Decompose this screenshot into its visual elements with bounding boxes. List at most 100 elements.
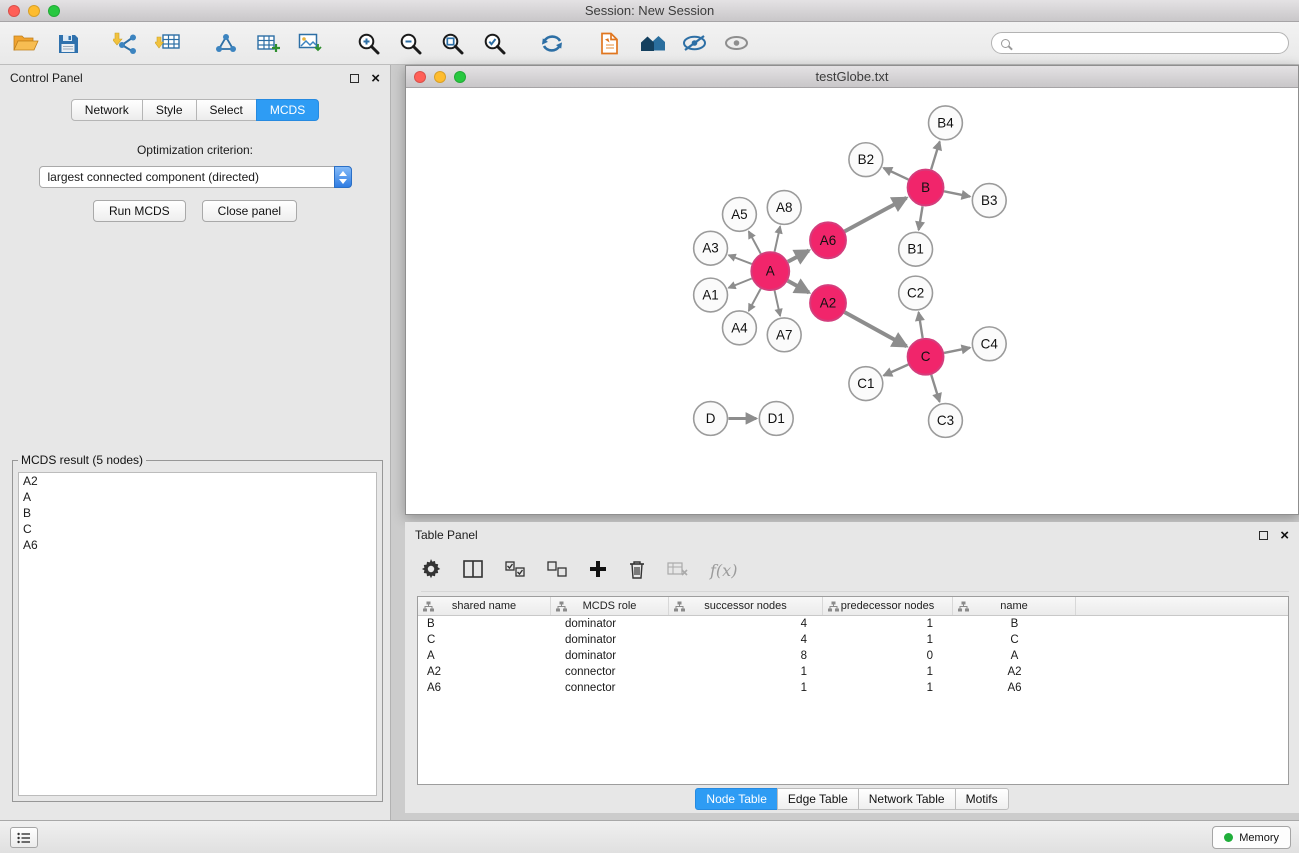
edge-C-C1[interactable] bbox=[884, 365, 909, 376]
tab-node-table[interactable]: Node Table bbox=[695, 788, 778, 810]
close-panel-button[interactable]: Close panel bbox=[202, 200, 297, 222]
close-window-button[interactable] bbox=[8, 5, 20, 17]
mcds-result-list[interactable]: A2ABCA6 bbox=[18, 472, 377, 796]
column-header-shared-name[interactable]: shared name bbox=[418, 597, 551, 615]
control-panel-header: Control Panel × bbox=[0, 65, 390, 91]
apply-layout-button[interactable] bbox=[536, 27, 568, 59]
edge-A-A8[interactable] bbox=[775, 226, 781, 251]
column-header-predecessor-nodes[interactable]: predecessor nodes bbox=[823, 597, 953, 615]
edge-B-B3[interactable] bbox=[944, 191, 970, 196]
table-row[interactable]: A6connector11A6 bbox=[418, 680, 1288, 696]
minimize-window-button[interactable] bbox=[28, 5, 40, 17]
list-icon bbox=[17, 832, 31, 844]
new-table-button[interactable] bbox=[252, 27, 284, 59]
edge-A-A6[interactable] bbox=[788, 251, 809, 262]
open-session-button[interactable] bbox=[10, 27, 42, 59]
export-image-button[interactable] bbox=[294, 27, 326, 59]
run-mcds-button[interactable]: Run MCDS bbox=[93, 200, 186, 222]
table-cell: A2 bbox=[418, 666, 551, 678]
save-session-button[interactable] bbox=[52, 27, 84, 59]
show-columns-button[interactable] bbox=[463, 560, 483, 581]
edge-A-A3[interactable] bbox=[729, 255, 752, 264]
close-panel-icon[interactable]: × bbox=[371, 71, 380, 86]
memory-button[interactable]: Memory bbox=[1212, 826, 1291, 849]
edge-A2-C[interactable] bbox=[845, 312, 907, 346]
node-label: B1 bbox=[907, 242, 923, 257]
float-table-panel-icon[interactable] bbox=[1259, 531, 1268, 540]
edge-A-A2[interactable] bbox=[788, 281, 809, 293]
edge-B-B4[interactable] bbox=[931, 142, 940, 170]
zoom-fit-button[interactable] bbox=[436, 27, 468, 59]
search-field[interactable] bbox=[991, 32, 1289, 54]
hide-graphics-details-button[interactable] bbox=[678, 27, 710, 59]
select-all-button[interactable] bbox=[505, 561, 525, 580]
column-header-mcds-role[interactable]: MCDS role bbox=[551, 597, 669, 615]
network-minimize-button[interactable] bbox=[434, 71, 446, 83]
eye-icon bbox=[724, 35, 749, 51]
table-cell: B bbox=[418, 618, 551, 630]
edge-C-C3[interactable] bbox=[931, 375, 939, 402]
column-header-successor-nodes[interactable]: successor nodes bbox=[669, 597, 823, 615]
tab-motifs[interactable]: Motifs bbox=[955, 788, 1009, 810]
edge-A-A5[interactable] bbox=[749, 231, 761, 253]
float-panel-icon[interactable] bbox=[350, 74, 359, 83]
home-button[interactable] bbox=[636, 27, 668, 59]
zoom-selected-button[interactable] bbox=[478, 27, 510, 59]
node-label: C bbox=[921, 349, 931, 364]
table-row[interactable]: Cdominator41C bbox=[418, 632, 1288, 648]
open-document-button[interactable] bbox=[594, 27, 626, 59]
column-header-name[interactable]: name bbox=[953, 597, 1076, 615]
edge-C-C4[interactable] bbox=[944, 348, 970, 353]
mcds-result-item[interactable]: A6 bbox=[19, 537, 376, 553]
tab-select[interactable]: Select bbox=[196, 99, 257, 121]
network-canvas[interactable]: AA6A2BCA5A8A3A1A4A7B4B2B3B1C2C4C1C3DD1 bbox=[406, 89, 1298, 514]
node-label: A6 bbox=[820, 233, 836, 248]
tab-network[interactable]: Network bbox=[71, 99, 143, 121]
network-zoom-button[interactable] bbox=[454, 71, 466, 83]
criterion-select[interactable]: largest connected component (directed) bbox=[39, 166, 352, 188]
function-builder-button[interactable]: f(x) bbox=[710, 561, 737, 580]
node-label: A8 bbox=[776, 200, 792, 215]
tab-mcds[interactable]: MCDS bbox=[256, 99, 319, 121]
edge-C-C2[interactable] bbox=[919, 312, 923, 338]
zoom-out-button[interactable] bbox=[394, 27, 426, 59]
network-close-button[interactable] bbox=[414, 71, 426, 83]
add-row-button[interactable] bbox=[589, 560, 607, 581]
table-settings-button[interactable] bbox=[421, 559, 441, 582]
edge-A-A1[interactable] bbox=[728, 279, 751, 288]
edge-A6-B[interactable] bbox=[845, 198, 907, 231]
memory-status-icon bbox=[1224, 833, 1233, 842]
tab-edge-table[interactable]: Edge Table bbox=[777, 788, 859, 810]
edge-A-A7[interactable] bbox=[775, 291, 781, 316]
edge-B-B2[interactable] bbox=[884, 168, 909, 180]
table-row[interactable]: A2connector11A2 bbox=[418, 664, 1288, 680]
tab-style[interactable]: Style bbox=[142, 99, 197, 121]
delete-row-button[interactable] bbox=[629, 560, 645, 582]
zoom-in-button[interactable] bbox=[352, 27, 384, 59]
mcds-result-item[interactable]: B bbox=[19, 505, 376, 521]
node-table-body: Bdominator41BCdominator41CAdominator80AA… bbox=[418, 616, 1288, 696]
node-label: C1 bbox=[857, 376, 874, 391]
zoom-window-button[interactable] bbox=[48, 5, 60, 17]
edge-A-A4[interactable] bbox=[749, 289, 761, 311]
import-table-button[interactable] bbox=[152, 27, 184, 59]
table-row[interactable]: Adominator80A bbox=[418, 648, 1288, 664]
network-icon bbox=[214, 32, 238, 54]
delete-table-button[interactable] bbox=[667, 561, 688, 580]
close-table-panel-icon[interactable]: × bbox=[1280, 528, 1289, 543]
mcds-result-item[interactable]: C bbox=[19, 521, 376, 537]
table-row[interactable]: Bdominator41B bbox=[418, 616, 1288, 632]
network-overview-button[interactable] bbox=[210, 27, 242, 59]
import-network-button[interactable] bbox=[110, 27, 142, 59]
show-graphics-details-button[interactable] bbox=[720, 27, 752, 59]
network-window-titlebar[interactable]: testGlobe.txt bbox=[406, 66, 1298, 88]
search-input[interactable] bbox=[1016, 36, 1279, 50]
table-panel-title: Table Panel bbox=[415, 528, 478, 542]
show-panels-button[interactable] bbox=[10, 827, 38, 848]
deselect-all-button[interactable] bbox=[547, 561, 567, 580]
network-traffic-lights bbox=[414, 71, 466, 83]
mcds-result-item[interactable]: A2 bbox=[19, 473, 376, 489]
tab-network-table[interactable]: Network Table bbox=[858, 788, 956, 810]
mcds-result-item[interactable]: A bbox=[19, 489, 376, 505]
edge-B-B1[interactable] bbox=[919, 206, 923, 230]
